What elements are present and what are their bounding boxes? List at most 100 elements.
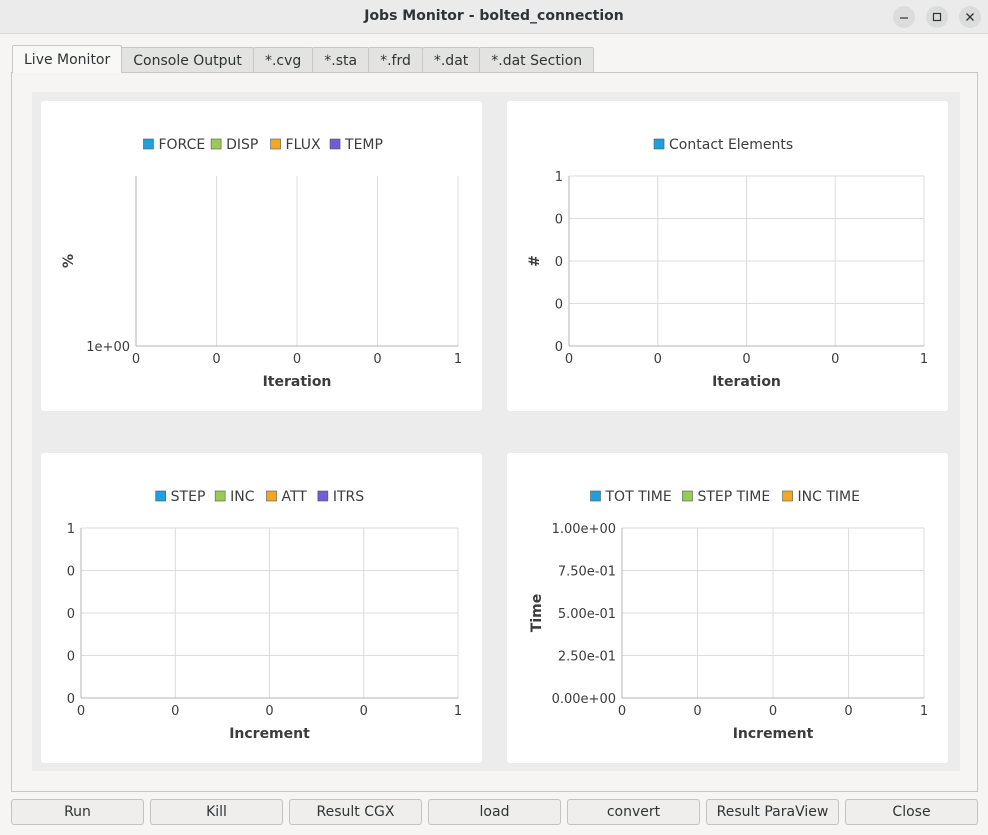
tab-live-monitor[interactable]: Live Monitor — [12, 45, 123, 73]
window-title: Jobs Monitor - bolted_connection — [364, 8, 624, 24]
tab-console-output[interactable]: Console Output — [121, 47, 254, 73]
y-tick-label: 0 — [67, 607, 75, 622]
y-tick-label: 1e+00 — [86, 340, 130, 355]
chart-svg: Contact Elements0 0 0 0 110000Iteration# — [527, 137, 928, 390]
close-button[interactable]: Close — [845, 799, 978, 825]
chart-svg: FORCE DISP FLUX TEMP 0 0 0 0 1 1e+00 Iteration% — [61, 137, 462, 390]
x-tick-label: 1 — [920, 352, 928, 367]
x-axis-title: Iteration — [712, 374, 781, 390]
y-tick-label: 1.00e+00 — [552, 522, 616, 537]
legend-label: ITRS — [333, 489, 364, 505]
x-tick-label: 0 — [742, 352, 750, 367]
legend-swatch — [214, 490, 226, 502]
x-tick-label: 0 — [373, 352, 381, 367]
y-tick-label: 0.00e+00 — [552, 692, 616, 707]
x-axis-title: Iteration — [263, 374, 332, 390]
legend-label: STEP TIME — [697, 489, 770, 505]
legend-swatch — [210, 138, 222, 150]
x-tick-label: 0 — [360, 704, 368, 719]
y-tick-label: 0 — [67, 565, 75, 580]
maximize-button[interactable] — [926, 6, 948, 28]
tab-dat-section[interactable]: *.dat Section — [479, 47, 595, 73]
x-tick-label: 0 — [769, 704, 777, 719]
tab-sta[interactable]: *.sta — [312, 47, 370, 73]
tab-cvg[interactable]: *.cvg — [252, 47, 314, 73]
legend-swatch — [782, 490, 793, 502]
legend-label: DISP — [226, 137, 258, 153]
y-tick-label: 0 — [67, 692, 75, 707]
convert-button[interactable]: convert — [567, 799, 700, 825]
legend-label: INC — [230, 489, 255, 505]
x-tick-label: 0 — [693, 704, 701, 719]
contact-elements-chart: Contact Elements 0 0 0 0 1 1 0 0 0 0 Iteration # — [507, 101, 948, 411]
x-tick-label: 0 — [171, 704, 179, 719]
tab-dat[interactable]: *.dat — [421, 47, 481, 73]
x-tick-label: 0 — [618, 704, 626, 719]
x-axis-title: Increment — [229, 726, 310, 742]
jobs-monitor-window: Jobs Monitor - bolted_connection Live Mo… — [0, 0, 988, 835]
x-tick-label: 0 — [654, 352, 662, 367]
legend-swatch — [270, 138, 281, 150]
legend-swatch — [682, 490, 693, 502]
x-tick-label: 0 — [132, 352, 140, 367]
y-tick-label: 0 — [555, 340, 563, 355]
load-button[interactable]: load — [428, 799, 561, 825]
y-tick-label: 5.00e-01 — [558, 607, 616, 622]
kill-button[interactable]: Kill — [150, 799, 283, 825]
minimize-icon — [900, 17, 908, 19]
legend-label: STEP — [171, 489, 206, 505]
x-axis-title: Increment — [733, 726, 814, 742]
tab-bar: Live Monitor Console Output *.cvg *.sta … — [12, 45, 595, 73]
legend-label: FORCE — [158, 137, 205, 153]
x-tick-label: 0 — [844, 704, 852, 719]
legend-label: ATT — [282, 489, 308, 505]
minimize-button[interactable] — [893, 6, 915, 28]
increment-chart: STEP INC ATT ITRS 0 0 0 0 1 1 0 0 0 0 Increment — [41, 453, 482, 763]
time-chart: TOT TIME STEP TIME INC TIME 0 0 0 0 1 1.00e+00 7.… — [507, 453, 948, 763]
x-tick-label: 0 — [265, 704, 273, 719]
y-tick-label: 0 — [555, 298, 563, 313]
legend-swatch — [143, 138, 154, 150]
close-window-button[interactable] — [959, 6, 981, 28]
run-button[interactable]: Run — [11, 799, 144, 825]
legend-swatch — [653, 138, 665, 150]
legend-swatch — [317, 490, 329, 502]
x-tick-label: 1 — [454, 704, 462, 719]
y-axis-title: % — [61, 254, 77, 268]
y-tick-label: 0 — [555, 255, 563, 270]
y-tick-label: 0 — [555, 213, 563, 228]
result-paraview-button[interactable]: Result ParaView — [706, 799, 839, 825]
x-tick-label: 1 — [920, 704, 928, 719]
x-tick-label: 1 — [454, 352, 462, 367]
x-tick-label: 0 — [831, 352, 839, 367]
y-tick-label: 1 — [67, 522, 75, 537]
close-icon — [966, 13, 974, 21]
legend-label: TEMP — [344, 137, 383, 153]
maximize-icon — [932, 12, 942, 22]
legend-label: INC TIME — [798, 489, 860, 505]
legend-swatch — [590, 490, 601, 502]
x-tick-label: 0 — [77, 704, 85, 719]
legend-swatch — [155, 490, 166, 502]
x-tick-label: 0 — [212, 352, 220, 367]
bottom-button-bar: Run Kill Result CGX load convert Result … — [11, 799, 978, 825]
y-axis-title: # — [527, 255, 543, 267]
y-tick-label: 0 — [67, 650, 75, 665]
y-tick-label: 7.50e-01 — [558, 565, 616, 580]
legend-label: Contact Elements — [669, 137, 793, 153]
residuals-chart: FORCE DISP FLUX TEMP 0 0 0 0 1 1e+00 Iteration% — [41, 101, 482, 411]
x-tick-label: 0 — [293, 352, 301, 367]
y-axis-title: Time — [529, 594, 545, 632]
legend-swatch — [266, 490, 277, 502]
x-tick-label: 0 — [565, 352, 573, 367]
legend-swatch — [329, 138, 341, 150]
y-tick-label: 1 — [555, 170, 563, 185]
legend-label: TOT TIME — [605, 489, 672, 505]
chart-svg: TOT TIME STEP TIME INC TIME 0 0 0 0 1 1.00e+00 7.… — [529, 489, 928, 742]
chart-svg: STEP INC ATT ITRS0 0 0 0 110000Increment — [67, 489, 462, 742]
y-tick-label: 2.50e-01 — [558, 650, 616, 665]
legend-label: FLUX — [286, 137, 321, 153]
tab-frd[interactable]: *.frd — [368, 47, 423, 73]
title-bar[interactable]: Jobs Monitor - bolted_connection — [0, 0, 988, 34]
result-cgx-button[interactable]: Result CGX — [289, 799, 422, 825]
